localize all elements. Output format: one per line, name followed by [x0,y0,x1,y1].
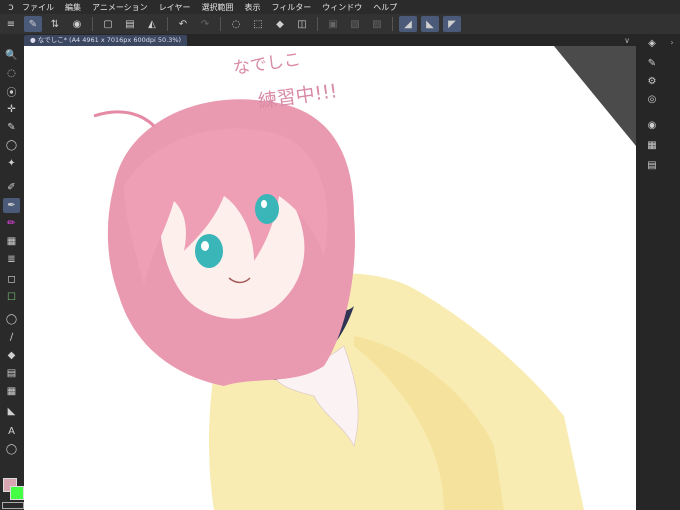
swap-icon[interactable]: ⇅ [46,16,64,32]
open-folder-icon[interactable]: ▤ [121,16,139,32]
canvas-area[interactable]: なでしこ 練習中!!! [24,46,636,510]
color-wheel-icon[interactable]: ◉ [644,118,660,132]
lasso-icon[interactable]: ◯ [3,138,20,153]
menu-layer[interactable]: レイヤー [159,2,191,13]
transparent-swatch[interactable] [2,502,24,509]
material-icon[interactable]: ▤ [644,158,660,172]
stabilizer-3-icon[interactable]: ◤ [443,16,461,32]
stabilizer-2-icon[interactable]: ◣ [421,16,439,32]
left-eye [195,234,223,268]
blend-icon[interactable]: ☐ [3,290,20,305]
fill-icon[interactable]: ◆ [271,16,289,32]
redo-icon[interactable]: ↷ [196,16,214,32]
new-file-icon[interactable]: ▢ [99,16,117,32]
divider [317,17,318,31]
undo-icon[interactable]: ↶ [174,16,192,32]
chevron-down-icon[interactable]: ∨ [624,36,630,45]
loading-icon[interactable]: ◌ [227,16,245,32]
sub-color-swatch[interactable] [10,486,24,500]
operation-icon[interactable]: ⦿ [3,84,20,99]
menu-animation[interactable]: アニメーション [92,2,148,13]
pen-icon[interactable]: ✒ [3,198,20,213]
menu-file[interactable]: ファイル [22,2,54,13]
left-eye-highlight [201,241,209,251]
clear-selection-icon[interactable]: ▣ [324,16,342,32]
stabilizer-1-icon[interactable]: ◢ [399,16,417,32]
right-panel: ◈ ✎ ⚙ ◎ ◉ ▦ ▤ › [636,34,680,510]
menu-filter[interactable]: フィルター [271,2,311,13]
text-icon[interactable]: A [3,424,20,439]
menu-window[interactable]: ウィンドウ [322,2,362,13]
divider [392,17,393,31]
save-icon[interactable]: ◭ [143,16,161,32]
crop-icon[interactable]: ⬚ [249,16,267,32]
document-tab[interactable]: ● なでしこ* (A4 4961 x 7016px 600dpi 50.3%) [24,34,188,46]
canvas[interactable]: なでしこ 練習中!!! [24,46,636,510]
selection-border-icon[interactable]: ▨ [368,16,386,32]
view-icon[interactable]: ◉ [68,16,86,32]
line-icon[interactable]: ∕ [3,330,20,345]
brush-size-icon[interactable]: ◎ [644,92,660,106]
tool-property-icon[interactable]: ⚙ [644,74,660,88]
gradient-icon[interactable]: ▤ [3,366,20,381]
fill-bucket-icon[interactable]: ◆ [3,348,20,363]
eyedropper-icon[interactable]: ✐ [3,180,20,195]
navigator-icon[interactable]: ▦ [644,138,660,152]
layers-icon[interactable]: ◈ [644,36,660,50]
divider [220,17,221,31]
rotate-icon[interactable]: ◌ [3,66,20,81]
brush-icon[interactable]: ▦ [3,234,20,249]
move-icon[interactable]: ✛ [3,102,20,117]
document-tab-bar: ● なでしこ* (A4 4961 x 7016px 600dpi 50.3%) … [0,34,636,46]
menu-selection[interactable]: 選択範囲 [201,2,233,13]
selection-pen-icon[interactable]: ✎ [3,120,20,135]
menu-help[interactable]: ヘルプ [373,2,397,13]
right-eye-highlight [261,200,267,208]
pen-mode-icon[interactable]: ✎ [24,16,42,32]
ruler-icon[interactable]: ◣ [3,404,20,419]
divider [167,17,168,31]
pencil-icon[interactable]: ✏ [3,216,20,231]
right-eye [255,194,279,224]
eraser-icon[interactable]: ◻ [3,272,20,287]
menu-bar: ↄ ファイル 編集 アニメーション レイヤー 選択範囲 表示 フィルター ウィン… [0,0,680,14]
panel-collapse-bar[interactable]: › [668,38,676,508]
divider [92,17,93,31]
transform-icon[interactable]: ◫ [293,16,311,32]
magic-wand-icon[interactable]: ✦ [3,156,20,171]
command-bar: ≡ ✎ ⇅ ◉ ▢ ▤ ◭ ↶ ↷ ◌ ⬚ ◆ ◫ ▣ ▧ ▨ ◢ ◣ ◤ [0,14,680,34]
sub-tool-icon[interactable]: ✎ [644,56,660,70]
balloon-icon[interactable]: ◯ [3,442,20,457]
app-logo-icon[interactable]: ↄ [0,2,22,13]
invert-selection-icon[interactable]: ▧ [346,16,364,32]
menu-edit[interactable]: 編集 [65,2,81,13]
zoom-icon[interactable]: 🔍 [3,48,20,63]
tool-palette: 🔍 ◌ ⦿ ✛ ✎ ◯ ✦ ✐ ✒ ✏ ▦ ≣ ◻ ☐ ◯ ∕ ◆ ▤ ▦ ◣ … [0,34,24,510]
menu-view[interactable]: 表示 [244,2,260,13]
airbrush-icon[interactable]: ≣ [3,252,20,267]
panel-chevron-icon[interactable]: › [668,38,676,47]
hamburger-icon[interactable]: ≡ [2,16,20,32]
frame-icon[interactable]: ▦ [3,384,20,399]
shape-icon[interactable]: ◯ [3,312,20,327]
